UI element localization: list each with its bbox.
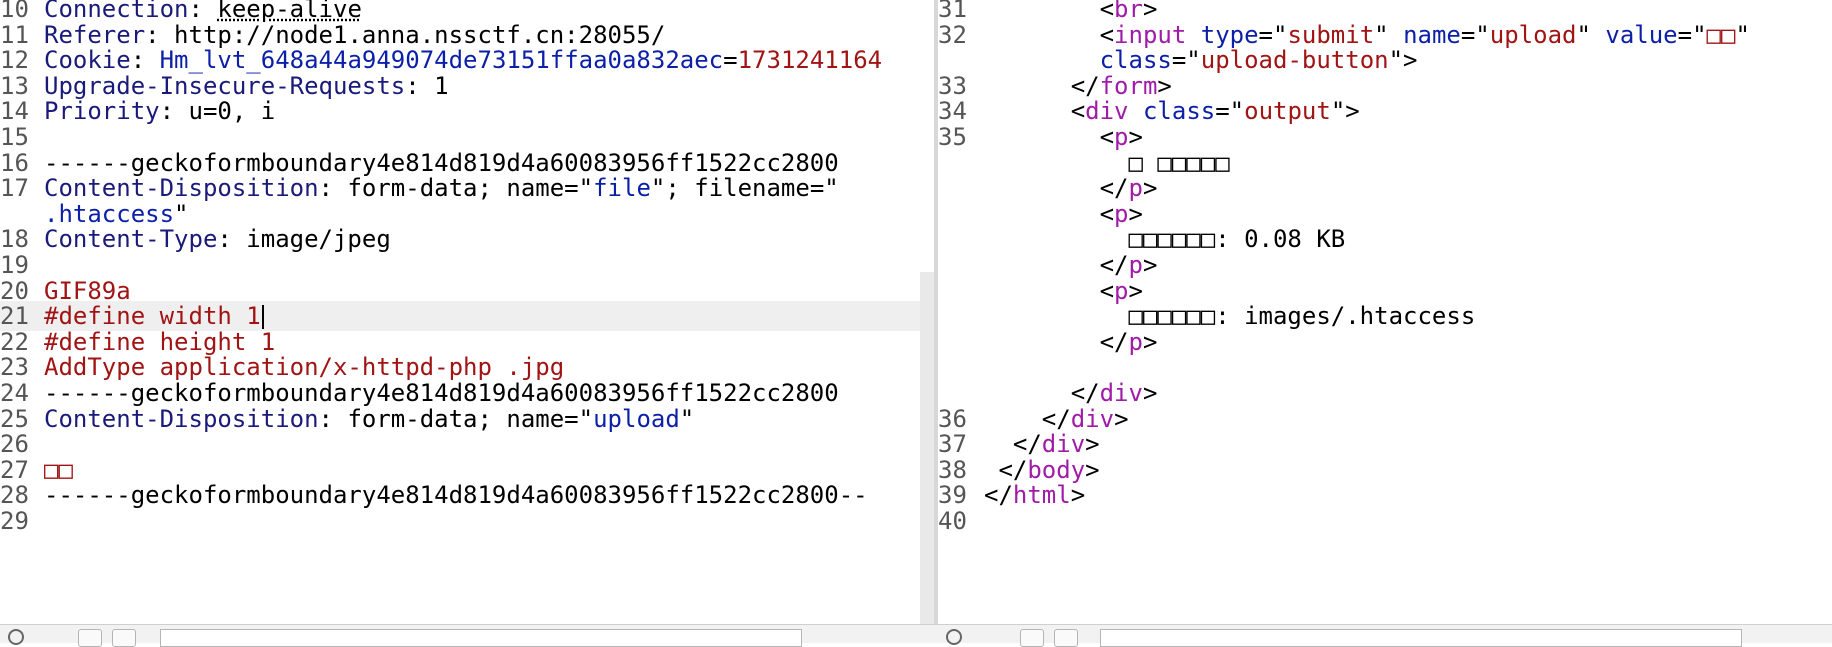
request-editor[interactable]: 10 Connection: keep-alive 11 Referer: http:… (0, 0, 934, 624)
request-search-input[interactable] (160, 629, 802, 647)
bottom-toolbar (0, 624, 1832, 647)
settings-icon[interactable] (8, 629, 24, 645)
prev-button[interactable] (78, 629, 102, 647)
request-scrollbar[interactable] (920, 272, 934, 624)
response-search-input[interactable] (1100, 629, 1742, 647)
next-button[interactable] (1054, 629, 1078, 647)
code-line[interactable]: 29 (0, 506, 934, 536)
code-line[interactable]: 40 (938, 506, 1832, 536)
prev-button[interactable] (1020, 629, 1044, 647)
line-number: 40 (938, 507, 967, 535)
settings-icon[interactable] (946, 629, 962, 645)
line-number: 29 (0, 507, 29, 535)
response-viewer[interactable]: 31 <br> 32 <input type="submit" name="upl… (938, 0, 1832, 624)
next-button[interactable] (112, 629, 136, 647)
text-caret (261, 305, 264, 330)
